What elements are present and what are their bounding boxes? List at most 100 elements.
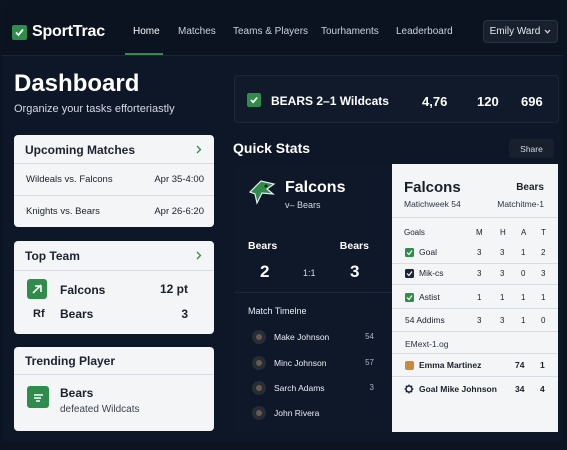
timeline-title: Match Timelne xyxy=(248,306,307,316)
player-avatar xyxy=(252,330,266,344)
team-points: 12 pt xyxy=(159,282,188,296)
stats-row: Astist 1 1 1 1 xyxy=(392,289,558,307)
match-date: Apr 26-6:20 xyxy=(154,206,204,217)
app-name: SportTrac xyxy=(32,23,105,40)
player-stat: 34 xyxy=(515,384,525,394)
stat-value: 3 xyxy=(477,316,482,325)
user-name: Emily Ward xyxy=(489,26,541,37)
section-label: EMext-1.og xyxy=(405,339,449,349)
score-separator: 1:1 xyxy=(303,268,316,278)
nav-teams-players[interactable]: Teams & Players xyxy=(233,26,308,37)
stats-team: Falcons xyxy=(404,179,461,196)
score-stat: 120 xyxy=(477,94,499,109)
stat-value: 1 xyxy=(521,248,526,257)
stat-value: 0 xyxy=(541,316,546,325)
timeline-item[interactable]: John Rivera xyxy=(234,403,392,423)
checkmark-logo-icon xyxy=(12,24,27,40)
timeline-player: Minc Johnson xyxy=(274,358,327,368)
active-tab-indicator xyxy=(125,53,163,55)
stats-matchtime: Matchitme-1 xyxy=(497,199,544,209)
stat-value: 3 xyxy=(500,269,505,278)
stat-value: 1 xyxy=(521,316,526,325)
match-row[interactable]: Wildeals vs. Falcons Apr 35-4:00 xyxy=(14,164,214,194)
score-label: BEARS 2–1 Wildcats xyxy=(271,94,389,108)
nav-tournaments[interactable]: Tourhaments xyxy=(321,26,379,37)
col-header: M xyxy=(476,228,483,237)
player-stat: 74 xyxy=(515,360,525,370)
falcon-logo-icon xyxy=(248,180,276,205)
timeline-item[interactable]: Make Johnson 54 xyxy=(234,327,392,347)
trending-name: Bears xyxy=(60,386,94,400)
stats-row: Goal 3 3 1 2 xyxy=(392,244,558,262)
stats-row: 54 Addims 3 3 1 0 xyxy=(392,312,558,330)
stat-label: Mik-cs xyxy=(419,268,444,278)
stat-value: 3 xyxy=(541,269,546,278)
timeline-player: Make Johnson xyxy=(274,332,330,342)
stats-matchweek: Matichweek 54 xyxy=(404,199,461,209)
player-stat: 4 xyxy=(540,384,545,394)
trending-player-card: Trending Player Bears defeated Wildcats xyxy=(14,347,214,431)
timeline-item[interactable]: Sarch Adams 3 xyxy=(234,378,392,398)
player-row[interactable]: Goal Mike Johnson 34 4 xyxy=(392,380,558,398)
player-row[interactable]: Emma Martinez 74 1 xyxy=(392,356,558,374)
top-team-card: Top Team Falcons 12 pt Rf Bears 3 xyxy=(14,241,214,334)
user-menu-button[interactable]: Emily Ward xyxy=(483,20,558,43)
away-score: 3 xyxy=(350,262,360,281)
top-navbar: SportTrac Home Matches Teams & Players T… xyxy=(2,2,563,56)
timeline-minute: 3 xyxy=(369,383,374,392)
nav-leaderboard[interactable]: Leaderboard xyxy=(396,26,453,37)
stat-value: 1 xyxy=(500,293,505,302)
timeline-item[interactable]: Minc Johnson 57 xyxy=(234,353,392,373)
stat-value: 3 xyxy=(500,316,505,325)
chevron-right-icon[interactable] xyxy=(196,251,202,260)
upcoming-matches-title: Upcoming Matches xyxy=(25,143,136,157)
app-window: SportTrac Home Matches Teams & Players T… xyxy=(2,2,563,442)
col-header: T xyxy=(541,228,546,237)
player-name: Goal Mike Johnson xyxy=(419,384,497,394)
match-team: Falcons xyxy=(285,179,346,196)
stats-row: Mik-cs 3 3 0 3 xyxy=(392,265,558,283)
page-subtitle: Organize your tasks efforteriastly xyxy=(14,103,175,115)
quick-stats-title: Quick Stats xyxy=(233,140,311,156)
col-header: H xyxy=(500,228,506,237)
timeline-player: Sarch Adams xyxy=(274,383,325,393)
page-title: Dashboard xyxy=(14,70,140,97)
trending-sub: defeated Wildcats xyxy=(60,404,140,415)
col-header: A xyxy=(521,228,527,237)
home-team: Bears xyxy=(248,240,278,252)
chevron-right-icon[interactable] xyxy=(196,145,202,154)
stat-value: 1 xyxy=(541,293,546,302)
share-button[interactable]: Share xyxy=(509,139,554,158)
stat-value: 3 xyxy=(500,248,505,257)
stat-value: 1 xyxy=(477,293,482,302)
player-stat: 1 xyxy=(540,360,545,370)
player-avatar xyxy=(252,406,266,420)
stat-label: Goal xyxy=(419,247,437,257)
col-header: Goals xyxy=(404,228,425,237)
trending-player-title: Trending Player xyxy=(25,354,116,368)
score-stat: 4,76 xyxy=(422,94,448,109)
player-square-icon xyxy=(405,361,414,370)
match-row[interactable]: Knights vs. Bears Apr 26-6:20 xyxy=(14,196,214,226)
nav-home[interactable]: Home xyxy=(133,26,160,37)
match-teams: Knights vs. Bears xyxy=(26,206,100,217)
check-box-icon xyxy=(405,248,414,257)
team-badge-icon xyxy=(27,386,49,408)
gear-icon xyxy=(404,384,414,394)
stats-opponent: Bears xyxy=(516,182,544,193)
check-box-icon xyxy=(405,269,414,278)
logo[interactable]: SportTrac xyxy=(12,23,105,41)
player-name: Emma Martinez xyxy=(419,360,482,370)
stat-value: 2 xyxy=(541,248,546,257)
upcoming-matches-card: Upcoming Matches Wildeals vs. Falcons Ap… xyxy=(14,135,214,227)
score-banner[interactable]: BEARS 2–1 Wildcats 4,76 120 696 xyxy=(234,75,559,123)
player-avatar xyxy=(252,356,266,370)
falcons-badge-icon xyxy=(27,279,47,299)
stat-value: 1 xyxy=(521,293,526,302)
away-team: Bears xyxy=(339,240,369,252)
player-avatar xyxy=(252,381,266,395)
team-points: 3 xyxy=(181,307,188,321)
match-panel: Falcons v– Bears Bears Bears 2 1:1 3 Mat… xyxy=(234,164,392,432)
timeline-player: John Rivera xyxy=(274,408,320,418)
nav-matches[interactable]: Matches xyxy=(178,26,216,37)
